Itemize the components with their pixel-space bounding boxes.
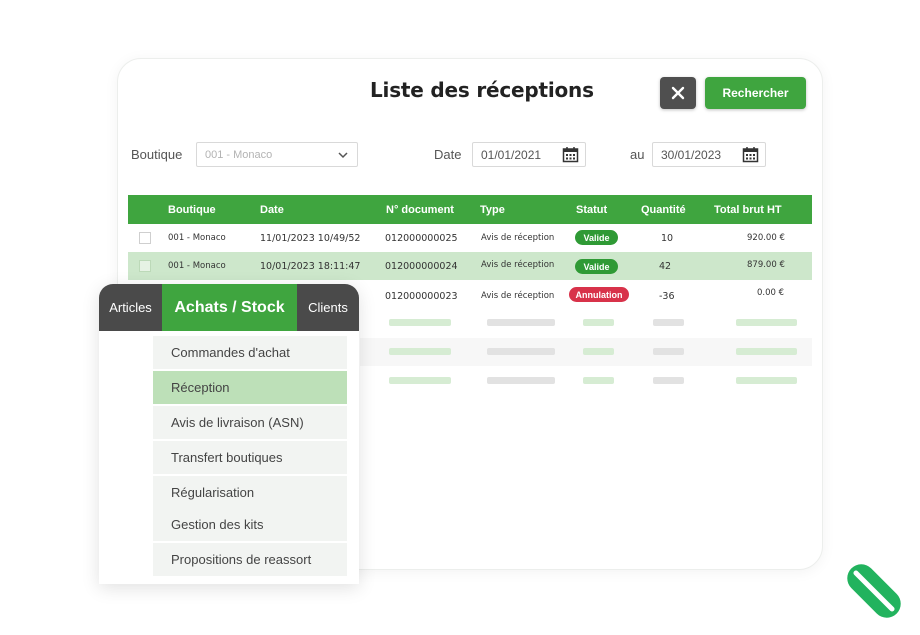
placeholder-row [360, 309, 812, 337]
table-header: Boutique Date N° document Type Statut Qu… [128, 195, 812, 224]
navigation-menu: Articles Achats / Stock Clients Commande… [99, 284, 359, 584]
placeholder-row [360, 338, 812, 366]
placeholder-bar [653, 348, 684, 355]
placeholder-bar [487, 348, 555, 355]
menu-item-reception[interactable]: Réception [153, 371, 347, 404]
column-header-quantite[interactable]: Quantité [641, 204, 686, 216]
placeholder-bar [389, 348, 451, 355]
cell-total: 879.00 € [747, 260, 785, 270]
tab-clients[interactable]: Clients [297, 284, 359, 331]
column-header-statut[interactable]: Statut [576, 204, 607, 216]
cell-type: Avis de réception [481, 260, 555, 270]
menu-tabs: Articles Achats / Stock Clients [99, 284, 359, 331]
cell-quantite: -36 [659, 291, 675, 302]
placeholder-bar [389, 377, 451, 384]
menu-item-regularisation[interactable]: Régularisation [153, 476, 347, 509]
brand-logo [847, 564, 901, 618]
placeholder-bar [583, 348, 614, 355]
status-badge: Valide [575, 259, 618, 274]
chevron-down-icon [338, 152, 348, 159]
placeholder-bar [736, 348, 797, 355]
placeholder-bar [583, 319, 614, 326]
column-header-type[interactable]: Type [480, 204, 505, 216]
menu-item-gestion-kits[interactable]: Gestion des kits [153, 508, 347, 541]
cell-boutique: 001 - Monaco [168, 261, 226, 271]
calendar-icon[interactable] [562, 146, 579, 163]
menu-item-propositions-reassort[interactable]: Propositions de reassort [153, 543, 347, 576]
row-checkbox[interactable] [139, 260, 151, 272]
placeholder-row [360, 366, 812, 394]
column-header-document[interactable]: N° document [386, 204, 454, 216]
cell-type: Avis de réception [481, 233, 555, 243]
status-badge: Annulation [569, 287, 629, 302]
date-label: Date [434, 147, 462, 162]
placeholder-bar [583, 377, 614, 384]
close-button[interactable] [660, 77, 696, 109]
cell-type: Avis de réception [481, 291, 555, 301]
column-header-date[interactable]: Date [260, 204, 284, 216]
placeholder-bar [736, 319, 797, 326]
cell-date: 11/01/2023 10/49/52 [260, 233, 361, 244]
tab-achats-stock[interactable]: Achats / Stock [162, 284, 297, 331]
table-row[interactable]: 001 - Monaco 10/01/2023 18:11:47 0120000… [128, 252, 812, 280]
placeholder-bar [653, 319, 684, 326]
cell-date: 10/01/2023 18:11:47 [260, 261, 361, 272]
boutique-select[interactable]: 001 - Monaco [196, 142, 358, 167]
cell-quantite: 10 [661, 233, 674, 244]
placeholder-bar [736, 377, 797, 384]
menu-item-commandes-achat[interactable]: Commandes d'achat [153, 336, 347, 369]
row-checkbox[interactable] [139, 232, 151, 244]
tab-articles[interactable]: Articles [99, 284, 162, 331]
table-row[interactable]: 001 - Monaco 11/01/2023 10/49/52 0120000… [128, 224, 812, 252]
close-icon [671, 86, 685, 100]
boutique-select-value: 001 - Monaco [205, 148, 273, 161]
date-from-value: 01/01/2021 [481, 147, 542, 162]
column-header-total[interactable]: Total brut HT [714, 204, 782, 216]
placeholder-bar [653, 377, 684, 384]
placeholder-bar [487, 377, 555, 384]
cell-total: 920.00 € [747, 233, 785, 243]
search-button[interactable]: Rechercher [705, 77, 806, 109]
cell-quantite: 42 [659, 261, 672, 272]
date-to-field[interactable]: 30/01/2023 [652, 142, 766, 167]
status-badge: Valide [575, 230, 618, 245]
date-from-field[interactable]: 01/01/2021 [472, 142, 586, 167]
menu-item-avis-livraison[interactable]: Avis de livraison (ASN) [153, 406, 347, 439]
cell-total: 0.00 € [757, 288, 785, 298]
boutique-label: Boutique [131, 147, 183, 162]
cell-document: 012000000025 [385, 233, 458, 244]
au-label: au [630, 147, 645, 162]
cell-document: 012000000023 [385, 291, 458, 302]
cell-boutique: 001 - Monaco [168, 233, 226, 243]
placeholder-bar [389, 319, 451, 326]
calendar-icon[interactable] [742, 146, 759, 163]
menu-item-transfert-boutiques[interactable]: Transfert boutiques [153, 441, 347, 474]
cell-document: 012000000024 [385, 261, 458, 272]
placeholder-bar [487, 319, 555, 326]
page-title: Liste des réceptions [370, 78, 594, 102]
date-to-value: 30/01/2023 [661, 147, 722, 162]
column-header-boutique[interactable]: Boutique [168, 204, 216, 216]
